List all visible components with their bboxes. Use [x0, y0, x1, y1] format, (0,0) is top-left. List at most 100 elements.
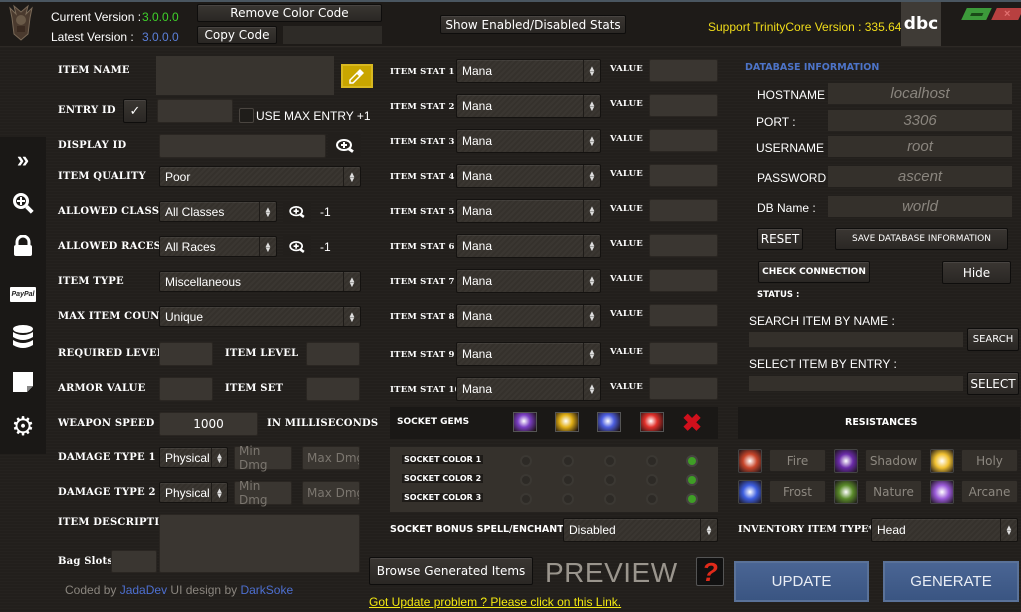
min-damage-1-input[interactable]: Min Dmg — [234, 444, 292, 472]
update-problem-link[interactable]: Got Update problem ? Please click on thi… — [369, 595, 621, 609]
copy-code-field[interactable] — [283, 26, 382, 44]
select-button[interactable]: SELECT — [967, 372, 1019, 395]
socket-color-radio[interactable] — [686, 474, 698, 486]
search-button[interactable]: SEARCH — [967, 328, 1019, 351]
max-damage-2-input[interactable]: Max Dmg — [302, 481, 360, 505]
sidebar-item-lock[interactable] — [0, 226, 46, 266]
socket-color-radio[interactable] — [520, 474, 532, 486]
use-max-entry-checkbox[interactable] — [239, 108, 254, 123]
item-stat-value-input[interactable] — [649, 304, 718, 327]
gem-none-icon[interactable]: ✖ — [681, 410, 703, 437]
allowed-classes-select[interactable]: All Classes ▲ ▼ — [159, 201, 277, 222]
item-level-input[interactable] — [306, 342, 360, 366]
gem-blue-icon[interactable] — [597, 412, 621, 432]
update-button[interactable]: UPDATE — [734, 561, 869, 602]
credits-designer-link[interactable]: DarkSoke — [240, 583, 293, 597]
credits-author-link[interactable]: JadaDev — [120, 583, 167, 597]
sidebar-item-notes[interactable] — [0, 362, 46, 402]
show-stats-button[interactable]: Show Enabled/Disabled Stats — [440, 15, 626, 34]
item-stat-select[interactable]: Mana ▲ ▼ — [456, 59, 601, 83]
copy-code-button[interactable]: Copy Code — [197, 26, 277, 44]
item-stat-value-input[interactable] — [649, 94, 718, 117]
bag-slots-input[interactable] — [111, 550, 157, 573]
socket-color-radio[interactable] — [520, 455, 532, 467]
item-stat-select[interactable]: Mana ▲ ▼ — [456, 234, 601, 258]
item-stat-select[interactable]: Mana ▲ ▼ — [456, 94, 601, 118]
item-type-select[interactable]: Miscellaneous ▲ ▼ — [159, 271, 361, 292]
frost-resistance-input[interactable]: Frost — [769, 480, 826, 503]
shadow-resistance-input[interactable]: Shadow — [865, 449, 922, 472]
display-id-input[interactable] — [159, 134, 326, 158]
socket-color-radio[interactable] — [646, 493, 658, 505]
gem-red-icon[interactable] — [640, 412, 664, 432]
socket-color-radio[interactable] — [604, 493, 616, 505]
search-by-name-input[interactable] — [749, 332, 963, 347]
socket-color-radio[interactable] — [562, 474, 574, 486]
dbname-input[interactable]: world — [828, 196, 1012, 217]
item-stat-select[interactable]: Mana ▲ ▼ — [456, 304, 601, 328]
item-stat-select[interactable]: Mana ▲ ▼ — [456, 199, 601, 223]
sidebar-item-search[interactable] — [0, 183, 46, 223]
close-button[interactable]: × — [991, 8, 1021, 20]
holy-resistance-input[interactable]: Holy — [961, 449, 1018, 472]
item-set-input[interactable] — [306, 377, 360, 401]
preview-button[interactable]: PREVIEW — [545, 557, 678, 589]
max-damage-1-input[interactable]: Max Dmg — [302, 446, 360, 470]
damage-type-2-select[interactable]: Physical ▲ ▼ — [159, 482, 228, 503]
sidebar-item-paypal[interactable]: PayPal — [0, 274, 46, 314]
allowed-races-search-button[interactable] — [283, 236, 311, 257]
item-stat-select[interactable]: Mana ▲ ▼ — [456, 377, 601, 401]
remove-color-code-button[interactable]: Remove Color Code — [197, 4, 382, 22]
socket-color-radio[interactable] — [562, 455, 574, 467]
allowed-races-select[interactable]: All Races ▲ ▼ — [159, 236, 277, 257]
entry-id-check-button[interactable]: ✓ — [123, 99, 147, 123]
item-stat-value-input[interactable] — [649, 234, 718, 257]
generate-button[interactable]: GENERATE — [883, 561, 1019, 602]
username-input[interactable]: root — [828, 136, 1012, 157]
item-stat-value-input[interactable] — [649, 377, 718, 400]
select-by-entry-input[interactable] — [749, 376, 963, 391]
socket-color-radio[interactable] — [604, 474, 616, 486]
browse-generated-items-button[interactable]: Browse Generated Items — [369, 557, 533, 585]
hostname-input[interactable]: localhost — [828, 83, 1012, 104]
socket-color-radio[interactable] — [686, 455, 698, 467]
min-damage-2-input[interactable]: Min Dmg — [234, 479, 292, 507]
armor-value-input[interactable] — [159, 377, 213, 401]
sidebar-item-expand[interactable]: » — [0, 140, 46, 180]
sidebar-item-settings[interactable]: ⚙ — [0, 406, 46, 446]
socket-color-radio[interactable] — [646, 455, 658, 467]
inventory-type-select[interactable]: Head ▲ ▼ — [871, 518, 1018, 542]
item-quality-select[interactable]: Poor ▲ ▼ — [159, 166, 361, 187]
display-id-search-button[interactable] — [328, 134, 361, 158]
item-stat-select[interactable]: Mana ▲ ▼ — [456, 164, 601, 188]
check-connection-button[interactable]: CHECK CONNECTION — [758, 261, 870, 283]
socket-color-radio[interactable] — [646, 474, 658, 486]
item-stat-select[interactable]: Mana ▲ ▼ — [456, 129, 601, 153]
item-stat-select[interactable]: Mana ▲ ▼ — [456, 342, 601, 366]
socket-bonus-select[interactable]: Disabled ▲ ▼ — [563, 518, 718, 542]
item-stat-value-input[interactable] — [649, 342, 718, 365]
item-stat-select[interactable]: Mana ▲ ▼ — [456, 269, 601, 293]
item-stat-value-input[interactable] — [649, 59, 718, 82]
help-button[interactable]: ? — [696, 557, 724, 586]
socket-color-radio[interactable] — [562, 493, 574, 505]
item-stat-value-input[interactable] — [649, 199, 718, 222]
save-database-button[interactable]: SAVE DATABASE INFORMATION — [835, 228, 1008, 250]
allowed-classes-search-button[interactable] — [283, 201, 311, 222]
color-picker-button[interactable] — [341, 64, 373, 88]
port-input[interactable]: 3306 — [828, 110, 1012, 131]
entry-id-input[interactable] — [157, 99, 233, 123]
hide-button[interactable]: Hide — [942, 261, 1011, 284]
item-stat-value-input[interactable] — [649, 164, 718, 187]
item-stat-value-input[interactable] — [649, 269, 718, 292]
fire-resistance-input[interactable]: Fire — [769, 449, 826, 472]
max-item-count-select[interactable]: Unique ▲ ▼ — [159, 306, 361, 327]
nature-resistance-input[interactable]: Nature — [865, 480, 922, 503]
reset-button[interactable]: RESET — [757, 228, 803, 250]
socket-color-radio[interactable] — [604, 455, 616, 467]
gem-yellow-icon[interactable] — [555, 412, 579, 432]
item-description-input[interactable] — [159, 514, 360, 573]
socket-color-radio[interactable] — [520, 493, 532, 505]
arcane-resistance-input[interactable]: Arcane — [961, 480, 1018, 503]
password-input[interactable]: ascent — [828, 166, 1012, 187]
